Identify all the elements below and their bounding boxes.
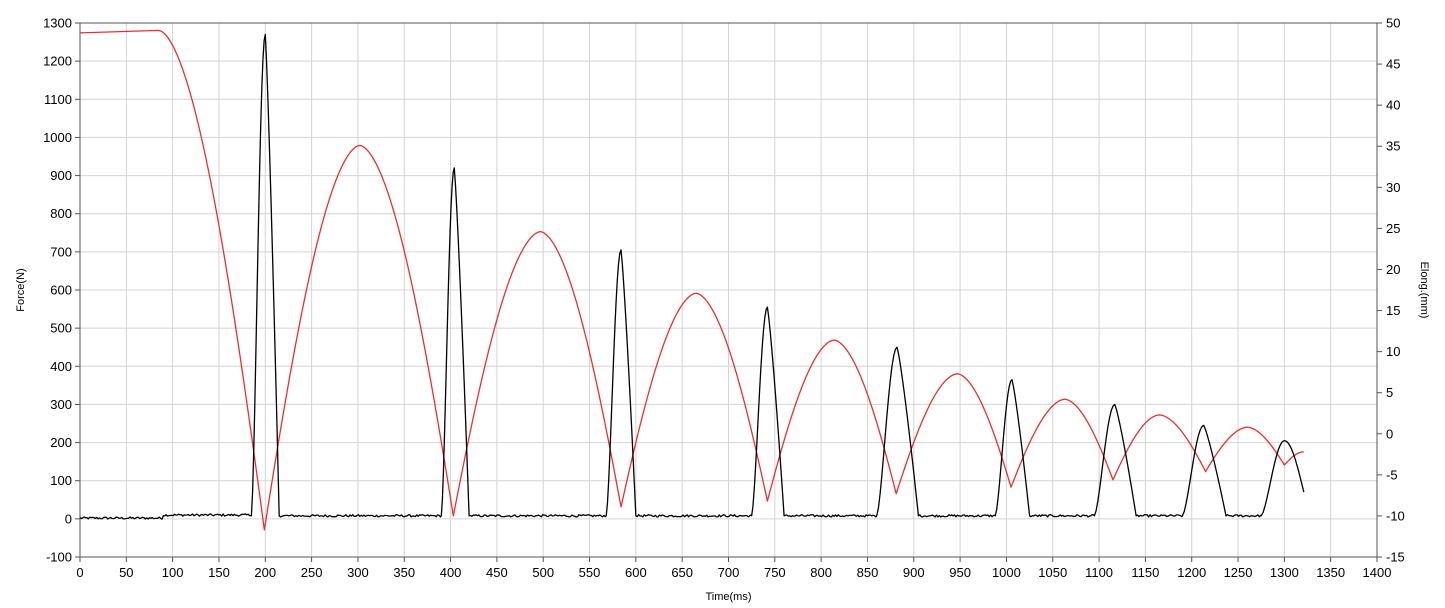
x-tick-label: 300: [347, 565, 369, 580]
y-right-tick-label: 30: [1386, 180, 1400, 195]
x-tick-label: 1100: [1085, 565, 1113, 580]
y-right-tick-label: -5: [1386, 467, 1398, 482]
y-right-tick-label: 45: [1386, 57, 1400, 72]
x-tick-label: 1000: [992, 565, 1021, 580]
x-tick-label: 750: [764, 565, 786, 580]
y-right-tick-label: 20: [1386, 262, 1400, 277]
x-tick-label: 100: [162, 565, 184, 580]
x-tick-label: 950: [949, 565, 971, 580]
y-right-tick-label: 15: [1386, 303, 1400, 318]
x-axis-title: Time(ms): [705, 591, 751, 603]
y-right-tick-label: 5: [1386, 385, 1393, 400]
x-tick-label: 850: [857, 565, 879, 580]
y-left-tick-label: 1200: [43, 54, 72, 69]
y-left-tick-label: 0: [65, 511, 72, 526]
chart: 0 50 100 150 200 250 300 350 400 450 500 550 600 650 7…: [0, 0, 1445, 608]
y-left-tick-label: 800: [50, 206, 72, 221]
y-right-axis-title: Elong.(mm): [1418, 262, 1430, 319]
y-left-tick-label: 200: [50, 435, 72, 450]
x-tick-label: 1250: [1224, 565, 1253, 580]
x-tick-label: 400: [440, 565, 462, 580]
x-tick-label: 500: [532, 565, 554, 580]
y-left-tick-label: -100: [46, 550, 72, 565]
y-left-tick-label: 300: [50, 397, 72, 412]
y-left-axis-title: Force(N): [15, 268, 27, 311]
chart-background: [0, 0, 1445, 608]
x-tick-label: 1050: [1038, 565, 1067, 580]
x-tick-label: 50: [119, 565, 133, 580]
y-left-tick-label: 700: [50, 244, 72, 259]
x-tick-label: 700: [718, 565, 740, 580]
y-right-tick-label: 10: [1386, 344, 1400, 359]
y-left-tick-label: 1000: [43, 130, 72, 145]
x-tick-label: 0: [76, 565, 83, 580]
x-tick-label: 250: [301, 565, 323, 580]
y-left-tick-label: 900: [50, 168, 72, 183]
x-tick-label: 1150: [1131, 565, 1159, 580]
y-left-tick-label: 1100: [44, 92, 72, 107]
x-tick-label: 200: [254, 565, 276, 580]
x-tick-label: 350: [393, 565, 415, 580]
y-right-tick-label: 0: [1386, 426, 1393, 441]
y-left-tick-label: 400: [50, 359, 72, 374]
y-left-tick-label: 100: [50, 473, 72, 488]
y-right-tick-label: 25: [1386, 221, 1400, 236]
y-right-tick-label: -15: [1386, 550, 1405, 565]
x-tick-label: 1400: [1363, 565, 1392, 580]
x-tick-label: 550: [579, 565, 601, 580]
x-tick-label: 800: [810, 565, 832, 580]
y-right-tick-label: 50: [1386, 16, 1400, 31]
y-left-tick-label: 500: [50, 321, 72, 336]
y-left-tick-label: 1300: [43, 16, 72, 31]
y-right-tick-label: 35: [1386, 139, 1400, 154]
x-tick-label: 1350: [1316, 565, 1345, 580]
x-tick-label: 1300: [1270, 565, 1299, 580]
x-tick-label: 650: [671, 565, 693, 580]
x-tick-label: 600: [625, 565, 647, 580]
x-tick-label: 1200: [1177, 565, 1206, 580]
y-right-tick-label: 40: [1386, 98, 1400, 113]
x-tick-label: 450: [486, 565, 508, 580]
y-right-tick-label: -10: [1386, 508, 1405, 523]
x-tick-label: 900: [903, 565, 925, 580]
x-tick-label: 150: [208, 565, 230, 580]
y-left-tick-label: 600: [50, 283, 72, 298]
